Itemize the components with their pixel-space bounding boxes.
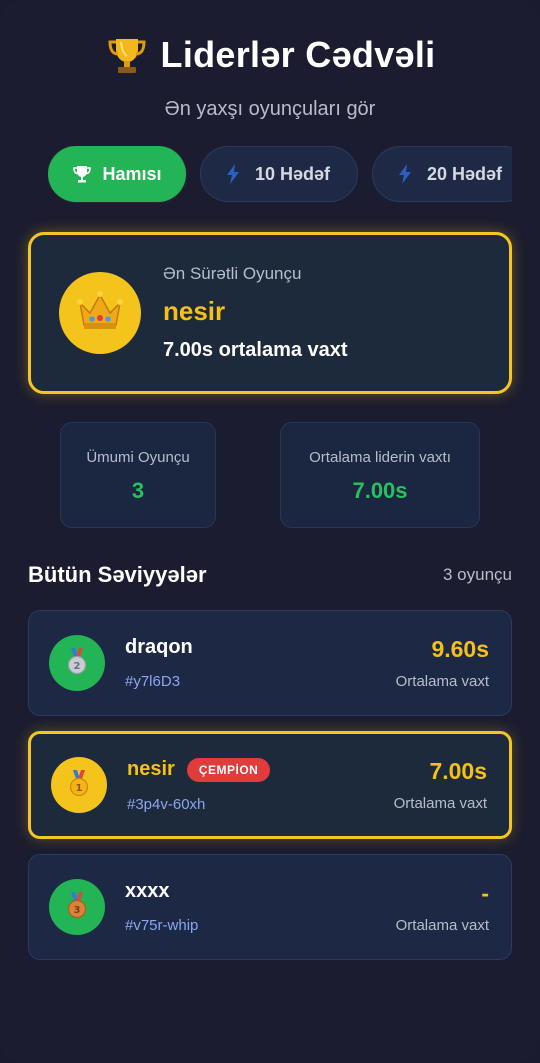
player-row[interactable]: 2 draqon #y7l6D3 9.60s Ortalama vaxt [28, 610, 512, 716]
leaderboard-screen: Liderlər Cədvəli Ən yaxşı oyunçuları gör… [0, 0, 540, 1063]
stat-average-label: Ortalama liderin vaxtı [309, 449, 451, 466]
crown-icon [75, 289, 125, 338]
tab-all[interactable]: Hamısı [48, 146, 186, 202]
player-row-champion[interactable]: 1 nesir ÇEMPİON #3p4v-60xh 7.00s Ortalam… [28, 731, 512, 839]
player-name: nesir [127, 758, 175, 780]
stat-total-players: Ümumi Oyunçu 3 [60, 422, 216, 528]
player-name: draqon [125, 636, 193, 658]
stat-total-value: 3 [131, 478, 145, 503]
section-title: Bütün Səviyyələr [28, 562, 207, 587]
title-row: Liderlər Cədvəli [0, 30, 540, 80]
filter-tabs: Hamısı 10 Hədəf 20 Hədəf [48, 146, 512, 204]
tab-10-targets[interactable]: 10 Hədəf [200, 146, 358, 202]
tab-all-label: Hamısı [102, 163, 162, 184]
medal-avatar: 2 [49, 635, 105, 691]
page-subtitle: Ən yaxşı oyunçuları gör [164, 98, 376, 120]
champion-name: nesir [163, 296, 226, 326]
champion-label: Ən Sürətli Oyunçu [163, 264, 302, 283]
silver-medal-icon: 2 [65, 647, 89, 680]
player-time-label: Ortalama vaxt [393, 795, 487, 812]
medal-avatar: 1 [51, 757, 107, 813]
fastest-player-card[interactable]: Ən Sürətli Oyunçu nesir 7.00s ortalama v… [28, 232, 512, 394]
stat-total-label: Ümumi Oyunçu [86, 449, 190, 466]
section-header: Bütün Səviyyələr 3 oyunçu [28, 560, 512, 590]
header: Liderlər Cədvəli Ən yaxşı oyunçuları gör [0, 0, 540, 121]
player-time: - [481, 880, 489, 906]
stat-average-leader-time: Ortalama liderin vaxtı 7.00s [280, 422, 480, 528]
player-count: 3 oyunçu [443, 565, 512, 584]
lightning-icon [397, 163, 413, 185]
medal-avatar: 3 [49, 879, 105, 935]
trophy-icon [72, 164, 92, 184]
tab-20-label: 20 Hədəf [427, 163, 503, 184]
player-row[interactable]: 3 xxxx #v75r-whip - Ortalama vaxt [28, 854, 512, 960]
svg-text:1: 1 [76, 783, 83, 794]
player-time: 9.60s [431, 636, 489, 662]
svg-text:3: 3 [74, 905, 81, 916]
champion-badge: ÇEMPİON [186, 757, 271, 782]
bronze-medal-icon: 3 [65, 891, 89, 924]
player-time-label: Ortalama vaxt [395, 673, 489, 690]
player-time-block: 7.00s Ortalama vaxt [394, 758, 487, 812]
trophy-icon [105, 33, 149, 77]
crown-avatar [59, 272, 141, 354]
page-title: Liderlər Cədvəli [160, 34, 436, 75]
svg-text:2: 2 [74, 661, 81, 672]
tab-20-targets[interactable]: 20 Hədəf [372, 146, 512, 202]
tab-10-label: 10 Hədəf [255, 163, 331, 184]
player-time-block: - Ortalama vaxt [396, 880, 489, 934]
stat-average-value: 7.00s [352, 478, 408, 503]
player-time-label: Ortalama vaxt [395, 917, 489, 934]
gold-medal-icon: 1 [67, 769, 91, 802]
lightning-icon [225, 163, 241, 185]
champion-time: 7.00s ortalama vaxt [163, 339, 348, 361]
player-time-block: 9.60s Ortalama vaxt [396, 636, 489, 690]
player-time: 7.00s [429, 758, 487, 784]
player-name: xxxx [125, 880, 170, 902]
champion-info: Ən Sürətli Oyunçu nesir 7.00s ortalama v… [163, 264, 348, 362]
